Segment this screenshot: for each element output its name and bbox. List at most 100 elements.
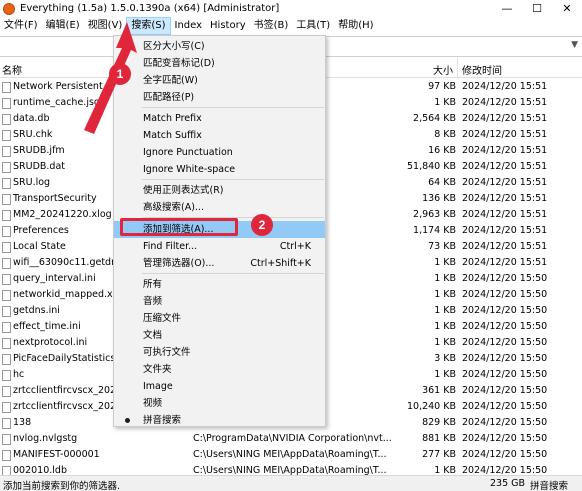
- everything-app-icon: [3, 2, 15, 15]
- column-divider[interactable]: [457, 58, 458, 78]
- search-menu-item[interactable]: 使用正则表达式(R): [114, 182, 325, 199]
- file-icon: [2, 306, 11, 317]
- file-size: 1 KB: [434, 289, 456, 300]
- file-icon: [2, 178, 11, 189]
- chevron-down-icon[interactable]: ▼: [571, 40, 578, 50]
- file-name: 002010.ldb: [13, 465, 67, 475]
- file-size: 1 KB: [434, 337, 456, 348]
- file-modified: 2024/12/20 15:51: [462, 193, 548, 204]
- file-icon: [2, 146, 11, 157]
- search-menu-item[interactable]: Find Filter... Ctrl+K: [114, 238, 325, 255]
- table-row[interactable]: 002010.ldb C:\Users\NING MEI\AppData\Roam…: [0, 463, 582, 475]
- file-size: 2,564 KB: [413, 113, 456, 124]
- file-icon: [2, 98, 11, 109]
- menu-item-label: Match Prefix: [143, 113, 202, 124]
- radio-bullet-icon: [125, 418, 130, 423]
- menu-edit[interactable]: 编辑(E): [42, 17, 84, 35]
- search-menu-item[interactable]: 全字匹配(W): [114, 72, 325, 89]
- minimize-icon[interactable]: —: [492, 0, 522, 17]
- file-icon: [2, 114, 11, 125]
- search-menu-item[interactable]: Match Prefix: [114, 110, 325, 127]
- column-name[interactable]: 名称: [2, 62, 22, 77]
- menu-item-label: Ignore White-space: [143, 164, 236, 175]
- search-menu-item[interactable]: Image: [114, 378, 325, 395]
- annotation-badge-1: 1: [109, 63, 131, 85]
- search-menu-item[interactable]: 高级搜索(A)...: [114, 199, 325, 216]
- file-modified: 2024/12/20 15:50: [462, 385, 548, 396]
- search-menu-item[interactable]: 视频: [114, 395, 325, 412]
- file-modified: 2024/12/20 15:51: [462, 257, 548, 268]
- file-icon: [2, 418, 11, 429]
- status-size: 235 GB: [490, 478, 526, 489]
- menu-item-label: 压缩文件: [143, 313, 182, 324]
- menu-item-shortcut: Ctrl+Shift+K: [250, 258, 311, 269]
- menu-item-label: 文件夹: [143, 364, 172, 375]
- search-menu-item[interactable]: 拼音搜索: [114, 412, 325, 429]
- file-size: 73 KB: [428, 241, 456, 252]
- search-menu-item[interactable]: 压缩文件: [114, 310, 325, 327]
- close-icon[interactable]: ✕: [552, 0, 582, 17]
- file-size: 8 KB: [434, 129, 456, 140]
- file-modified: 2024/12/20 15:50: [462, 433, 548, 444]
- file-path: C:\Users\NING MEI\AppData\Roaming\T...: [193, 465, 387, 475]
- menu-history[interactable]: History: [206, 17, 250, 35]
- menu-item-label: 全字匹配(W): [143, 75, 198, 86]
- file-modified: 2024/12/20 15:51: [462, 113, 548, 124]
- file-icon: [2, 194, 11, 205]
- search-menu-item[interactable]: 匹配路径(P): [114, 89, 325, 106]
- file-modified: 2024/12/20 15:51: [462, 97, 548, 108]
- search-menu-item[interactable]: 文档: [114, 327, 325, 344]
- search-menu-item[interactable]: 区分大小写(C): [114, 38, 325, 55]
- file-size: 1 KB: [434, 321, 456, 332]
- file-path: C:\Users\NING MEI\AppData\Roaming\T...: [193, 449, 387, 460]
- search-menu-item[interactable]: Ignore Punctuation: [114, 144, 325, 161]
- file-size: 51,840 KB: [406, 161, 456, 172]
- file-modified: 2024/12/20 15:50: [462, 273, 548, 284]
- menu-bookmarks[interactable]: 书签(B): [250, 17, 293, 35]
- search-menu-item[interactable]: Match Suffix: [114, 127, 325, 144]
- file-size: 1 KB: [434, 369, 456, 380]
- file-modified: 2024/12/20 15:51: [462, 225, 548, 236]
- file-modified: 2024/12/20 15:51: [462, 81, 548, 92]
- menu-bar: 文件(F) 编辑(E) 视图(V) 搜索(S) Index History 书签…: [0, 17, 582, 35]
- status-bar: 添加当前搜索到你的筛选器. 235 GB 拼音搜索: [0, 475, 582, 491]
- menu-index[interactable]: Index: [171, 17, 207, 35]
- menu-tools[interactable]: 工具(T): [292, 17, 334, 35]
- search-menu-item[interactable]: 可执行文件: [114, 344, 325, 361]
- file-size: 277 KB: [422, 449, 456, 460]
- menu-item-label: Find Filter...: [143, 241, 198, 252]
- column-modified[interactable]: 修改时间: [462, 62, 502, 77]
- window-title: Everything (1.5a) 1.5.0.1390a (x64) [Adm…: [20, 3, 280, 14]
- search-menu-item[interactable]: 匹配变音标记(D): [114, 55, 325, 72]
- menu-search[interactable]: 搜索(S): [126, 17, 171, 35]
- file-icon: [2, 338, 11, 349]
- search-menu-item[interactable]: 管理筛选器(O)... Ctrl+Shift+K: [114, 255, 325, 272]
- menu-item-shortcut: Ctrl+K: [279, 241, 311, 252]
- table-row[interactable]: MANIFEST-000001 C:\Users\NING MEI\AppData…: [0, 447, 582, 463]
- menu-view[interactable]: 视图(V): [84, 17, 127, 35]
- file-modified: 2024/12/20 15:50: [462, 337, 548, 348]
- menu-item-label: Ignore Punctuation: [143, 147, 233, 158]
- file-modified: 2024/12/20 15:50: [462, 369, 548, 380]
- menu-separator: [142, 107, 324, 108]
- file-size: 16 KB: [428, 145, 456, 156]
- file-size: 10,240 KB: [406, 401, 456, 412]
- search-menu-item[interactable]: Ignore White-space: [114, 161, 325, 178]
- file-size: 881 KB: [422, 433, 456, 444]
- window-controls: — ☐ ✕: [492, 0, 582, 17]
- search-menu-item[interactable]: 所有: [114, 276, 325, 293]
- menu-file[interactable]: 文件(F): [0, 17, 42, 35]
- file-size: 64 KB: [428, 177, 456, 188]
- menu-item-label: Image: [143, 381, 173, 392]
- search-menu-item[interactable]: 音频: [114, 293, 325, 310]
- maximize-icon[interactable]: ☐: [522, 0, 552, 17]
- menu-item-label: 匹配变音标记(D): [143, 58, 215, 69]
- file-modified: 2024/12/20 15:50: [462, 401, 548, 412]
- file-size: 361 KB: [422, 385, 456, 396]
- menu-help[interactable]: 帮助(H): [334, 17, 377, 35]
- file-size: 1,174 KB: [413, 225, 456, 236]
- file-modified: 2024/12/20 15:50: [462, 289, 548, 300]
- column-size[interactable]: 大小: [433, 62, 453, 77]
- table-row[interactable]: nvlog.nvlgstg C:\ProgramData\NVIDIA Corpo…: [0, 431, 582, 447]
- search-menu-item[interactable]: 文件夹: [114, 361, 325, 378]
